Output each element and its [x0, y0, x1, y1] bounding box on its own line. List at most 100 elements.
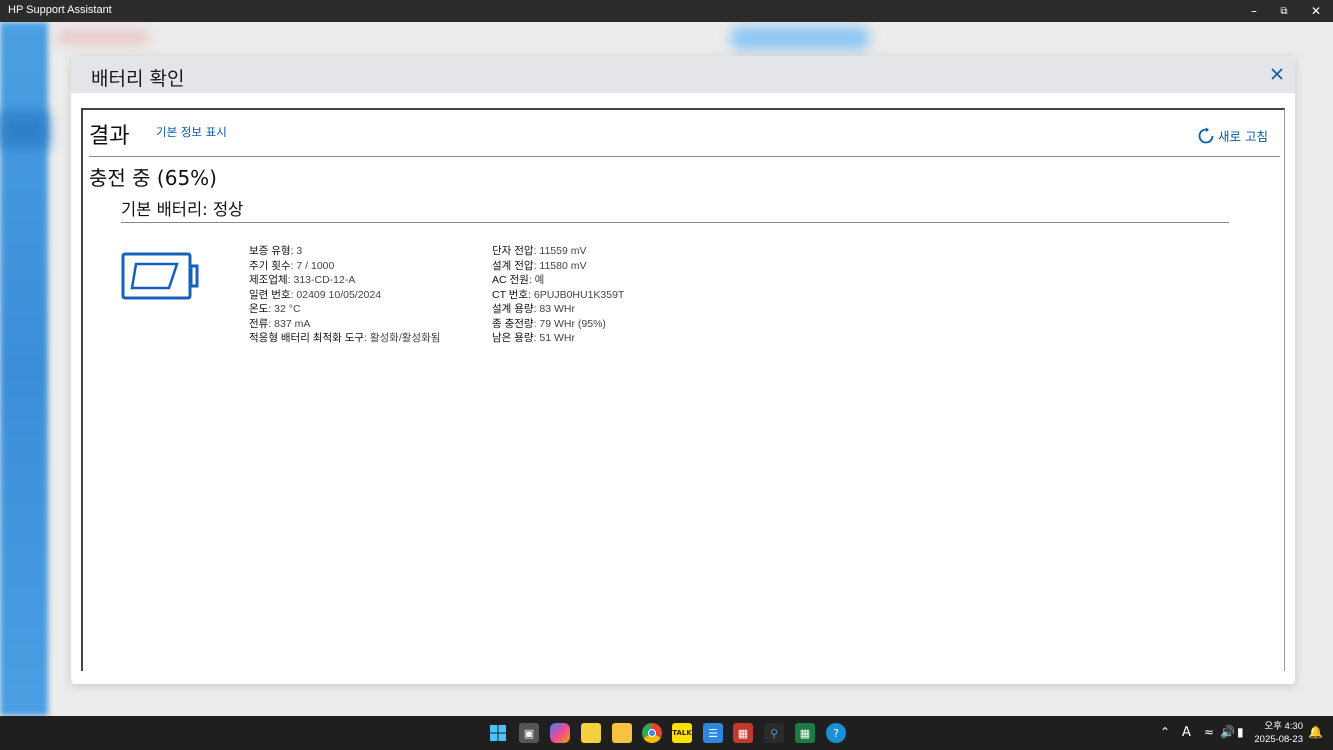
dialog-header: 배터리 확인: [71, 56, 1295, 93]
minimize-button[interactable]: –: [1237, 0, 1271, 22]
battery-tray-icon[interactable]: ▮: [1237, 725, 1244, 739]
search-app-button[interactable]: ⚲: [764, 723, 784, 743]
task-view-icon: ▣: [523, 726, 535, 740]
divider: [121, 222, 1229, 223]
info-value: 11559 mV: [539, 245, 587, 257]
primary-battery-heading: 기본 배터리: 정상: [121, 200, 244, 219]
info-row: 일련 번호: 02409 10/05/2024: [249, 288, 382, 301]
info-value: 51 WHr: [539, 332, 575, 344]
info-value: 7 / 1000: [296, 259, 335, 272]
restore-icon: ⧉: [1280, 5, 1288, 17]
info-key: 보증 유형: [249, 245, 291, 257]
wifi-icon[interactable]: ≈: [1204, 725, 1214, 739]
info-value: 11580 mV: [539, 259, 587, 272]
info-row: 전류: 837 mA: [249, 317, 311, 330]
chrome-button[interactable]: [642, 723, 662, 743]
taskbar: ▣ TALK ☰ ▦ ⚲ ▦ ? ⌃ A ≈ 🔊 ▮ 오후 4:30 2025-…: [0, 716, 1333, 750]
battery-check-dialog: 배터리 확인 결과 기본 정보 표시 새로 고침 충전 중 (65%) 기본 배…: [71, 56, 1295, 684]
info-key: CT 번호: [492, 288, 529, 301]
info-row: 보증 유형: 3: [249, 245, 303, 257]
window-title-bar: HP Support Assistant – ⧉ ✕: [0, 0, 1333, 22]
chevron-up-icon[interactable]: ⌃: [1160, 725, 1170, 739]
close-icon: [1271, 68, 1283, 80]
info-row: 종 충전량: 79 WHr (95%): [492, 317, 606, 330]
info-key: 적응형 배터리 최적화 도구: [249, 332, 365, 344]
file-explorer-button[interactable]: [612, 723, 632, 743]
app-button[interactable]: ▦: [733, 723, 753, 743]
ime-indicator[interactable]: A: [1182, 725, 1191, 740]
info-row: 제조업체: 313-CD-12-A: [249, 274, 356, 286]
excel-button[interactable]: ▦: [795, 723, 815, 743]
kakaotalk-icon: TALK: [672, 729, 692, 737]
clock-time: 오후 4:30: [1264, 721, 1303, 732]
task-view-button[interactable]: ▣: [519, 723, 539, 743]
close-icon: ✕: [1310, 4, 1322, 18]
info-key: 설계 용량: [492, 303, 534, 315]
info-key: 제조업체: [249, 274, 288, 286]
app-icon: ▦: [737, 726, 749, 740]
maximize-button[interactable]: ⧉: [1267, 0, 1301, 22]
minimize-icon: –: [1251, 4, 1257, 18]
info-key: 전류: [249, 317, 269, 330]
notepad-button[interactable]: ☰: [703, 723, 723, 743]
windows-icon: [490, 725, 506, 741]
info-value: 02409 10/05/2024: [296, 288, 382, 301]
start-button[interactable]: [488, 723, 508, 743]
charging-status: 충전 중 (65%): [89, 166, 217, 190]
result-title: 결과: [89, 124, 130, 149]
notification-icon[interactable]: 🔔: [1308, 725, 1323, 739]
copilot-button[interactable]: [550, 723, 570, 743]
info-value: 313-CD-12-A: [293, 274, 356, 286]
dialog-close-button[interactable]: [1267, 64, 1287, 84]
info-value: 837 mA: [274, 317, 311, 330]
info-key: AC 전원: [492, 274, 529, 286]
info-value: 6PUJB0HU1K359T: [533, 288, 625, 301]
blurred-logo: [58, 30, 148, 44]
info-key: 종 충전량: [492, 317, 534, 330]
battery-info-left: 보증 유형: 3 주기 횟수: 7 / 1000 제조업체: 313-CD-12…: [249, 244, 440, 346]
search-app-icon: ⚲: [769, 726, 779, 740]
volume-icon[interactable]: 🔊: [1220, 725, 1235, 739]
info-value: 활성화/활성화됨: [369, 332, 441, 344]
divider: [89, 156, 1280, 157]
show-basic-info-link[interactable]: 기본 정보 표시: [156, 124, 227, 140]
battery-info-right: 단자 전압: 11559 mV 설계 전압: 11580 mV AC 전원: 예…: [492, 244, 624, 346]
chrome-icon: [648, 729, 656, 737]
info-row: 단자 전압: 11559 mV: [492, 245, 587, 257]
info-key: 남은 용량: [492, 332, 534, 344]
hp-support-icon: ?: [833, 726, 839, 740]
app-title: HP Support Assistant: [8, 4, 112, 16]
info-value: 79 WHr (95%): [539, 317, 606, 330]
blurred-button: [730, 26, 870, 50]
kakaotalk-button[interactable]: TALK: [672, 723, 692, 743]
info-row: 적응형 배터리 최적화 도구: 활성화/활성화됨: [249, 332, 441, 344]
info-row: CT 번호: 6PUJB0HU1K359T: [492, 288, 625, 301]
result-panel: 결과 기본 정보 표시 새로 고침 충전 중 (65%) 기본 배터리: 정상 …: [81, 108, 1285, 671]
info-row: AC 전원: 예: [492, 274, 545, 286]
info-row: 주기 횟수: 7 / 1000: [249, 259, 335, 272]
info-row: 설계 용량: 83 WHr: [492, 303, 575, 315]
info-key: 단자 전압: [492, 245, 534, 257]
info-key: 온도: [249, 303, 269, 315]
info-value: 32 °C: [274, 303, 301, 315]
excel-icon: ▦: [799, 726, 811, 740]
close-window-button[interactable]: ✕: [1299, 0, 1333, 22]
refresh-label: 새로 고침: [1218, 129, 1268, 144]
dialog-title: 배터리 확인: [91, 68, 185, 90]
clock-date: 2025-08-23: [1254, 734, 1303, 745]
info-value: 83 WHr: [539, 303, 575, 315]
info-row: 설계 전압: 11580 mV: [492, 259, 587, 272]
clock[interactable]: 오후 4:30 2025-08-23: [1254, 720, 1303, 746]
refresh-button[interactable]: 새로 고침: [1197, 126, 1268, 145]
battery-icon: [121, 252, 199, 300]
sticky-notes-button[interactable]: [581, 723, 601, 743]
info-value: 예: [534, 274, 545, 286]
info-row: 온도: 32 °C: [249, 303, 301, 315]
info-key: 주기 횟수: [249, 259, 291, 272]
hp-support-button[interactable]: ?: [826, 723, 846, 743]
refresh-icon: [1198, 127, 1214, 143]
blurred-nav-item: [0, 112, 48, 148]
notepad-icon: ☰: [708, 726, 718, 740]
info-key: 설계 전압: [492, 259, 534, 272]
info-key: 일련 번호: [249, 288, 291, 301]
